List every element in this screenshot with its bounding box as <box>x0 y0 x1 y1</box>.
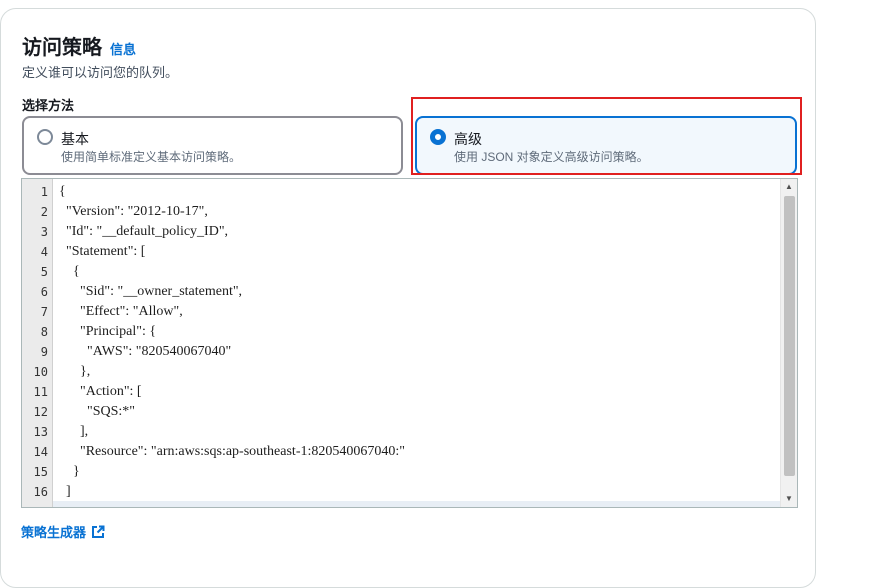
section-description: 定义谁可以访问您的队列。 <box>22 65 179 80</box>
policy-generator-label: 策略生成器 <box>21 525 87 540</box>
horizontal-scrollbar[interactable] <box>53 501 780 507</box>
line-number: 13 <box>33 425 48 439</box>
code-line: 13 ], <box>22 422 797 442</box>
line-number: 12 <box>33 405 48 419</box>
code-text: "Principal": { <box>59 324 157 339</box>
code-text: }, <box>59 364 91 379</box>
code-line: 6 "Sid": "__owner_statement", <box>22 282 797 302</box>
scroll-down-icon[interactable]: ▼ <box>781 491 797 507</box>
line-number: 4 <box>40 245 48 259</box>
line-number: 9 <box>40 345 48 359</box>
code-text: ] <box>59 484 71 499</box>
code-line: 3 "Id": "__default_policy_ID", <box>22 222 797 242</box>
code-line: 8 "Principal": { <box>22 322 797 342</box>
info-link[interactable]: 信息 <box>110 39 136 58</box>
line-number: 14 <box>33 445 48 459</box>
line-number: 2 <box>40 205 48 219</box>
line-number: 10 <box>33 365 48 379</box>
vertical-scrollbar[interactable]: ▲ ▼ <box>780 179 797 507</box>
line-number: 3 <box>40 225 48 239</box>
code-text: "Statement": [ <box>59 244 146 259</box>
line-number: 11 <box>33 385 48 399</box>
radio-basic[interactable] <box>37 129 53 145</box>
code-line: 11 "Action": [ <box>22 382 797 402</box>
line-number: 16 <box>33 485 48 499</box>
code-text: "Id": "__default_policy_ID", <box>59 224 229 239</box>
code-line: 15 } <box>22 462 797 482</box>
code-text: "Sid": "__owner_statement", <box>59 284 243 299</box>
line-number: 5 <box>40 265 48 279</box>
code-line: 1{ <box>22 182 797 202</box>
code-text: } <box>59 464 80 479</box>
scroll-thumb[interactable] <box>784 196 795 476</box>
section-header: 访问策略 信息 <box>22 31 136 60</box>
code-text: ], <box>59 424 89 439</box>
line-number: 15 <box>33 465 48 479</box>
method-option-description: 使用 JSON 对象定义高级访问策略。 <box>454 150 649 164</box>
policy-json-editor[interactable]: 1{2 "Version": "2012-10-17", 3 "Id": "__d… <box>21 178 798 508</box>
line-number: 17 <box>22 502 48 507</box>
code-line: 12 "SQS:*" <box>22 402 797 422</box>
code-lines: 1{2 "Version": "2012-10-17", 3 "Id": "__d… <box>22 182 797 507</box>
code-line: 2 "Version": "2012-10-17", <box>22 202 797 222</box>
code-line: 14 "Resource": "arn:aws:sqs:ap-southeast… <box>22 442 797 462</box>
scroll-up-icon[interactable]: ▲ <box>781 179 797 195</box>
code-text: "Resource": "arn:aws:sqs:ap-southeast-1:… <box>59 444 405 459</box>
external-link-icon <box>91 525 105 539</box>
method-option-basic[interactable]: 基本 使用简单标准定义基本访问策略。 <box>22 116 403 175</box>
code-text: "Action": [ <box>59 384 142 399</box>
method-option-advanced[interactable]: 高级 使用 JSON 对象定义高级访问策略。 <box>415 116 797 175</box>
code-line: 4 "Statement": [ <box>22 242 797 262</box>
policy-generator-link[interactable]: 策略生成器 <box>21 522 105 541</box>
code-text: { <box>59 264 80 279</box>
line-number: 7 <box>40 305 48 319</box>
code-line: 7 "Effect": "Allow", <box>22 302 797 322</box>
method-label: 选择方法 <box>22 98 75 113</box>
code-line: 16 ] <box>22 482 797 502</box>
method-option-label: 基本 <box>61 131 89 147</box>
code-text: "Version": "2012-10-17", <box>59 204 208 219</box>
section-title: 访问策略 <box>22 37 102 59</box>
code-line: 10 }, <box>22 362 797 382</box>
line-number: 6 <box>40 285 48 299</box>
line-number: 1 <box>40 185 48 199</box>
method-option-label: 高级 <box>454 131 482 147</box>
code-text: "Effect": "Allow", <box>59 304 183 319</box>
code-line: 5 { <box>22 262 797 282</box>
code-text: "SQS:*" <box>59 404 136 419</box>
line-number: 8 <box>40 325 48 339</box>
code-text: { <box>59 184 66 199</box>
method-option-description: 使用简单标准定义基本访问策略。 <box>61 150 242 164</box>
code-line: 9 "AWS": "820540067040" <box>22 342 797 362</box>
radio-advanced[interactable] <box>430 129 446 145</box>
code-text: "AWS": "820540067040" <box>59 344 232 359</box>
